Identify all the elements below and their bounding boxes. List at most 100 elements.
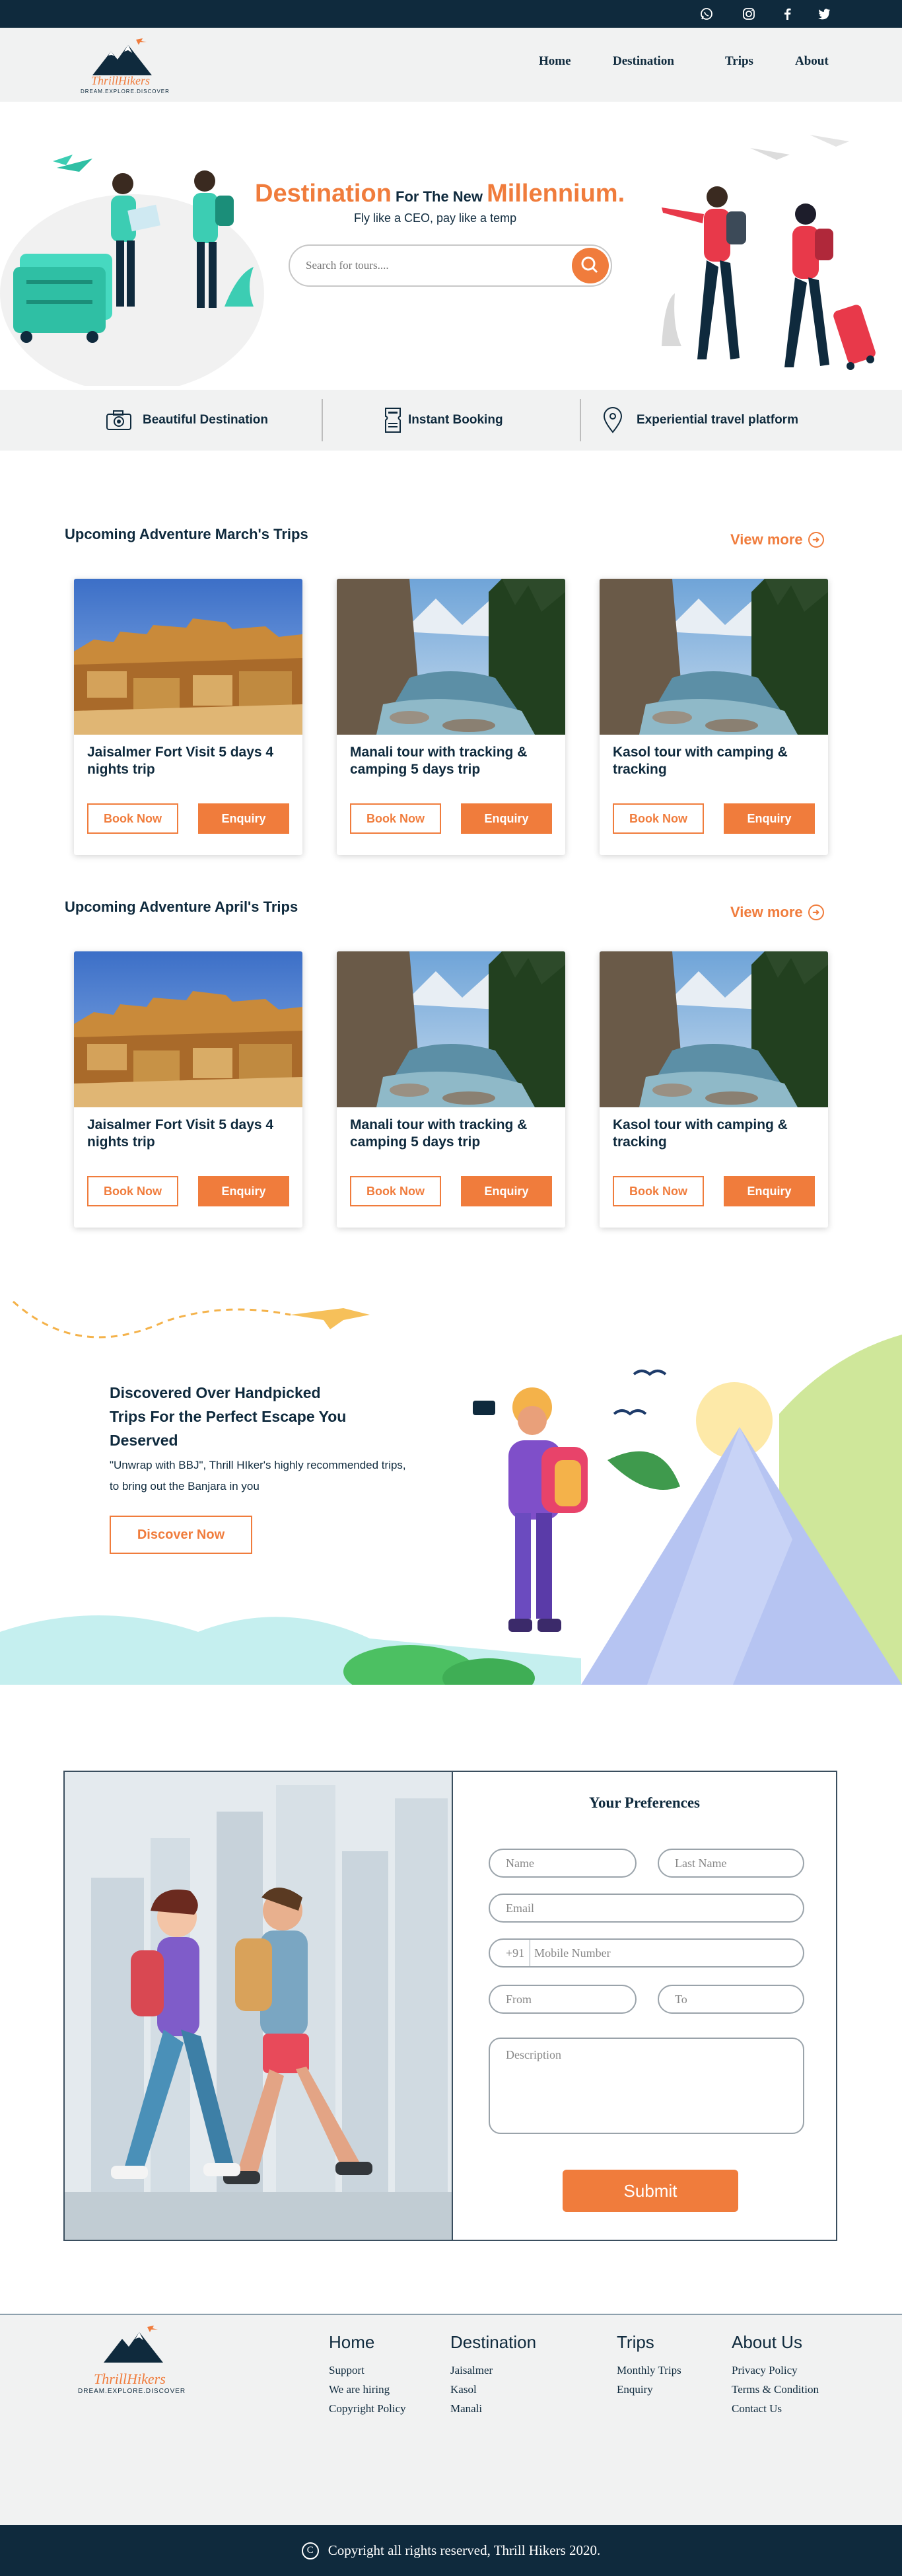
trip-title: Kasol tour with camping & tracking (613, 1117, 788, 1150)
email-field[interactable]: Email (489, 1894, 804, 1923)
footer-heading: Trips (617, 2332, 654, 2352)
preferences-form-panel: Your Preferences Name Last Name Email +9… (63, 1771, 837, 2241)
brand-name: ThrillHikers (94, 2371, 166, 2387)
nav-about[interactable]: About (795, 54, 829, 69)
travelers-illustration-left (0, 155, 264, 386)
book-now-button[interactable]: Book Now (87, 803, 178, 834)
feature-experiential-platform: Experiential travel platform (598, 390, 798, 451)
book-now-button[interactable]: Book Now (87, 1176, 178, 1206)
footer-link[interactable]: Contact Us (732, 2399, 819, 2418)
hero-title-part3: Millennium. (487, 180, 625, 207)
trip-card[interactable]: Jaisalmer Fort Visit 5 days 4 nights tri… (74, 951, 302, 1228)
ticket-icon (383, 406, 403, 435)
search-button[interactable] (572, 248, 609, 283)
description-field[interactable]: Description (489, 2038, 804, 2134)
footer-link[interactable]: We are hiring (329, 2380, 406, 2399)
view-more-label: View more (730, 531, 803, 548)
footer-link[interactable]: Enquiry (617, 2380, 681, 2399)
feature-label: Beautiful Destination (143, 413, 269, 427)
footer-link[interactable]: Monthly Trips (617, 2361, 681, 2380)
camera-icon (104, 406, 133, 435)
instagram-icon[interactable] (741, 6, 757, 22)
footer-link[interactable]: Terms & Condition (732, 2380, 819, 2399)
footer-logo[interactable]: ThrillHikers DREAM.EXPLORE.DISCOVER (77, 2322, 202, 2395)
trip-card[interactable]: Kasol tour with camping & tracking Book … (600, 951, 828, 1228)
social-bar (0, 0, 902, 28)
hero-title: Destination For The New Millennium. (255, 180, 625, 208)
arrow-right-icon: ➜ (808, 532, 824, 548)
book-now-button[interactable]: Book Now (613, 1176, 704, 1206)
view-more-march[interactable]: View more ➜ (730, 531, 824, 548)
features-band: Beautiful Destination Instant Booking Ex… (0, 390, 902, 451)
footer-link[interactable]: Manali (450, 2399, 536, 2418)
submit-button[interactable]: Submit (563, 2170, 738, 2212)
footer-column-destination: Destination Jaisalmer Kasol Manali (450, 2332, 536, 2418)
mountain-logo-icon (104, 2326, 163, 2363)
trip-title: Manali tour with tracking & camping 5 da… (350, 745, 528, 777)
hero-title-part2: For The New (391, 188, 487, 205)
nav-destination[interactable]: Destination (613, 54, 674, 69)
last-name-field[interactable]: Last Name (658, 1849, 804, 1878)
trip-title: Jaisalmer Fort Visit 5 days 4 nights tri… (87, 745, 274, 777)
form-title: Your Preferences (589, 1794, 700, 1811)
to-field[interactable]: To (658, 1985, 804, 2014)
footer-heading: About Us (732, 2332, 802, 2352)
footer-link[interactable]: Kasol (450, 2380, 536, 2399)
trip-card[interactable]: Kasol tour with camping & tracking Book … (600, 579, 828, 855)
arrow-right-icon: ➜ (808, 904, 824, 920)
enquiry-button[interactable]: Enquiry (461, 803, 552, 834)
travelers-illustration-right (662, 135, 876, 370)
trip-card[interactable]: Manali tour with tracking & camping 5 da… (337, 579, 565, 855)
facebook-icon[interactable] (779, 6, 795, 22)
footer-link[interactable]: Jaisalmer (450, 2361, 536, 2380)
discover-section: Discovered Over Handpicked Trips For the… (0, 1288, 902, 1685)
preferences-form: Your Preferences Name Last Name Email +9… (453, 1772, 836, 2240)
nav-home[interactable]: Home (539, 54, 571, 69)
from-field[interactable]: From (489, 1985, 637, 2014)
footer-heading: Destination (450, 2332, 537, 2352)
footer: ThrillHikers DREAM.EXPLORE.DISCOVER Home… (0, 2314, 902, 2525)
enquiry-button[interactable]: Enquiry (198, 803, 289, 834)
trip-title: Manali tour with tracking & camping 5 da… (350, 1117, 528, 1150)
footer-link[interactable]: Support (329, 2361, 406, 2380)
brand-tagline: DREAM.EXPLORE.DISCOVER (78, 2388, 186, 2395)
feature-label: Instant Booking (408, 413, 503, 427)
trip-card[interactable]: Manali tour with tracking & camping 5 da… (337, 951, 565, 1228)
brand-logo[interactable]: ThrillHikers DREAM.EXPLORE.DISCOVER (78, 33, 169, 96)
footer-column-trips: Trips Monthly Trips Enquiry (617, 2332, 681, 2399)
section-title-april: Upcoming Adventure April's Trips (65, 899, 298, 915)
book-now-button[interactable]: Book Now (350, 1176, 441, 1206)
book-now-button[interactable]: Book Now (350, 803, 441, 834)
search-input[interactable] (306, 256, 557, 275)
fort-image (74, 579, 302, 735)
country-code: +91 (506, 1946, 525, 1960)
nav-trips[interactable]: Trips (725, 54, 753, 69)
book-now-button[interactable]: Book Now (613, 803, 704, 834)
divider (322, 399, 323, 441)
mobile-field[interactable]: +91 Mobile Number (489, 1938, 804, 1968)
name-field[interactable]: Name (489, 1849, 637, 1878)
trip-card[interactable]: Jaisalmer Fort Visit 5 days 4 nights tri… (74, 579, 302, 855)
enquiry-button[interactable]: Enquiry (461, 1176, 552, 1206)
mobile-placeholder: Mobile Number (534, 1946, 611, 1960)
search-box (289, 244, 612, 287)
mountain-logo-icon (92, 38, 152, 75)
footer-link[interactable]: Copyright Policy (329, 2399, 406, 2418)
brand-name: ThrillHikers (91, 74, 151, 87)
enquiry-button[interactable]: Enquiry (198, 1176, 289, 1206)
enquiry-button[interactable]: Enquiry (724, 803, 815, 834)
discover-text: "Unwrap with BBJ", Thrill HIker's highly… (110, 1459, 406, 1492)
discover-now-button[interactable]: Discover Now (110, 1516, 252, 1554)
whatsapp-icon[interactable] (699, 6, 714, 22)
enquiry-button[interactable]: Enquiry (724, 1176, 815, 1206)
feature-label: Experiential travel platform (637, 413, 798, 427)
search-icon (581, 256, 598, 274)
trip-title: Kasol tour with camping & tracking (613, 745, 788, 777)
discover-heading: Discovered Over Handpicked Trips For the… (110, 1384, 347, 1449)
trip-title: Jaisalmer Fort Visit 5 days 4 nights tri… (87, 1117, 274, 1150)
footer-link[interactable]: Privacy Policy (732, 2361, 819, 2380)
view-more-april[interactable]: View more ➜ (730, 904, 824, 921)
river-image (337, 951, 565, 1107)
twitter-icon[interactable] (816, 6, 832, 22)
section-title-march: Upcoming Adventure March's Trips (65, 526, 308, 542)
